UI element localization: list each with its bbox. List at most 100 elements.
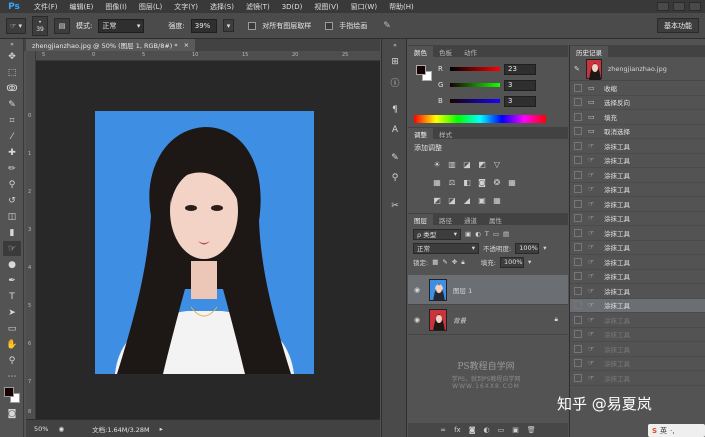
selective-color-icon[interactable]: ▣: [477, 195, 487, 205]
layer-filter-select[interactable]: ρ 类型 ▾: [413, 228, 461, 240]
info-panel-icon[interactable]: ⓘ: [387, 75, 403, 89]
portrait-photo[interactable]: [95, 111, 314, 374]
close-tab-icon[interactable]: ×: [184, 41, 189, 49]
menu-window[interactable]: 窗口(W): [345, 2, 383, 12]
tool-presets-icon[interactable]: ✂: [387, 199, 403, 213]
opacity-input[interactable]: 100%: [515, 242, 540, 254]
fx-icon[interactable]: fx: [454, 426, 461, 434]
mode-select[interactable]: 正常 ▾: [98, 18, 145, 33]
history-item[interactable]: ☞ 涂抹工具: [570, 212, 705, 226]
history-item[interactable]: ☞ 涂抹工具: [570, 197, 705, 212]
hand-tool-icon[interactable]: ✋: [3, 337, 21, 352]
tab-swatches[interactable]: 色板: [433, 46, 458, 57]
history-brush-tool-icon[interactable]: ↺: [3, 193, 21, 208]
status-menu-icon[interactable]: ▸: [160, 425, 163, 433]
history-source-checkbox[interactable]: [574, 286, 582, 295]
lasso-tool-icon[interactable]: ↂ: [3, 81, 21, 96]
pressure-pen-icon[interactable]: ✎: [383, 21, 391, 31]
history-item[interactable]: ☞ 涂抹工具: [570, 226, 705, 241]
zoom-tool-icon[interactable]: ⚲: [3, 353, 21, 368]
quick-mask-icon[interactable]: ◙: [3, 406, 21, 421]
eraser-tool-icon[interactable]: ◫: [3, 209, 21, 224]
brush-tool-icon[interactable]: ✏: [3, 161, 21, 176]
marquee-tool-icon[interactable]: ⬚: [3, 65, 21, 80]
shape-tool-icon[interactable]: ▭: [3, 321, 21, 336]
history-item[interactable]: ☞ 涂抹工具: [570, 328, 705, 342]
quick-select-tool-icon[interactable]: ✎: [3, 97, 21, 112]
color-swatches[interactable]: [2, 385, 24, 405]
gradient-tool-icon[interactable]: ▮: [3, 225, 21, 240]
history-source-checkbox[interactable]: [574, 359, 582, 368]
history-item[interactable]: ☞ 涂抹工具: [570, 371, 705, 386]
tool-preset-picker[interactable]: ☞ ▾: [6, 17, 27, 34]
green-value[interactable]: 3: [504, 79, 536, 91]
color-lookup-icon[interactable]: ▦: [507, 177, 517, 187]
clone-stamp-tool-icon[interactable]: ⚲: [3, 177, 21, 192]
collapse-icon[interactable]: »: [3, 40, 21, 48]
clone-source-panel-icon[interactable]: ⚲: [387, 171, 403, 185]
history-source-checkbox[interactable]: [574, 170, 582, 179]
dodge-tool-icon[interactable]: ●: [3, 257, 21, 272]
red-value[interactable]: 23: [504, 63, 536, 75]
blend-mode-select[interactable]: 正常 ▾: [413, 242, 479, 254]
tab-paths[interactable]: 路径: [433, 214, 458, 225]
history-item[interactable]: ☞ 涂抹工具: [570, 168, 705, 183]
history-source-checkbox[interactable]: [574, 373, 582, 382]
status-info-icon[interactable]: ◉: [58, 425, 64, 433]
eye-icon[interactable]: ◉: [414, 316, 423, 324]
eyedropper-tool-icon[interactable]: ⁄: [3, 129, 21, 144]
history-item[interactable]: ☞ 涂抹工具: [570, 298, 705, 313]
history-source-checkbox[interactable]: [574, 344, 582, 353]
pen-tool-icon[interactable]: ✒: [3, 273, 21, 288]
lock-pixels-icon[interactable]: ✎: [442, 258, 447, 266]
blue-slider[interactable]: [450, 99, 500, 103]
history-source-checkbox[interactable]: [574, 141, 582, 150]
collapse-icon[interactable]: «: [387, 41, 403, 49]
history-source-checkbox[interactable]: [574, 98, 582, 107]
history-item[interactable]: ☞ 涂抹工具: [570, 342, 705, 357]
tab-adjustments[interactable]: 调整: [408, 128, 433, 139]
filter-pixel-icon[interactable]: ▣: [465, 230, 471, 238]
more-tools-icon[interactable]: ⋯: [3, 369, 21, 384]
layer-row-background[interactable]: ◉ 背景 🔒︎: [408, 305, 568, 335]
history-source-checkbox[interactable]: [574, 330, 582, 339]
history-item[interactable]: ☞ 涂抹工具: [570, 270, 705, 284]
history-item[interactable]: ☞ 涂抹工具: [570, 183, 705, 197]
filter-shape-icon[interactable]: ▭: [493, 230, 499, 238]
channel-mixer-icon[interactable]: ❂: [492, 177, 502, 187]
character-panel-icon[interactable]: A: [387, 123, 403, 137]
brush-size-picker[interactable]: • 39: [32, 15, 49, 36]
hue-saturation-icon[interactable]: ▦: [432, 177, 442, 187]
gradient-map-icon[interactable]: ▦: [492, 195, 502, 205]
history-source-checkbox[interactable]: [574, 214, 582, 223]
menu-select[interactable]: 选择(S): [204, 2, 240, 12]
red-slider[interactable]: [450, 67, 500, 71]
history-item[interactable]: ▭ 选择反向: [570, 96, 705, 110]
lock-transparent-icon[interactable]: ▦: [432, 258, 438, 266]
filter-smart-icon[interactable]: ▤: [503, 230, 509, 238]
minimize-button[interactable]: [657, 2, 669, 11]
history-source-checkbox[interactable]: [574, 243, 582, 252]
tab-actions[interactable]: 动作: [458, 46, 483, 57]
tab-properties[interactable]: 属性: [483, 214, 508, 225]
document-tab[interactable]: zhengjianzhao.jpg @ 50% (图层 1, RGB/8#) *…: [26, 39, 196, 51]
menu-3d[interactable]: 3D(D): [276, 3, 309, 11]
adjustment-layer-icon[interactable]: ◐: [484, 426, 490, 434]
curves-icon[interactable]: ◪: [462, 159, 472, 169]
foreground-color-swatch[interactable]: [416, 65, 426, 75]
add-mask-icon[interactable]: ◙: [469, 426, 476, 434]
trash-icon[interactable]: 🗑︎: [527, 426, 536, 434]
black-white-icon[interactable]: ◧: [462, 177, 472, 187]
history-item[interactable]: ▭ 填充: [570, 110, 705, 125]
finger-paint-checkbox[interactable]: [325, 21, 334, 30]
ime-toolbar[interactable]: S 英 ·,: [648, 424, 705, 437]
history-source-checkbox[interactable]: [574, 228, 582, 237]
tab-history[interactable]: 历史记录: [570, 46, 608, 57]
menu-file[interactable]: 文件(F): [28, 2, 64, 12]
sample-all-layers-checkbox[interactable]: [248, 21, 257, 30]
menu-view[interactable]: 视图(V): [308, 2, 344, 12]
levels-icon[interactable]: ▥: [447, 159, 457, 169]
document-size[interactable]: 文档:1.64M/3.28M: [92, 424, 150, 434]
history-source-checkbox[interactable]: [574, 272, 582, 281]
ime-punctuation-icon[interactable]: ·,: [670, 427, 674, 435]
